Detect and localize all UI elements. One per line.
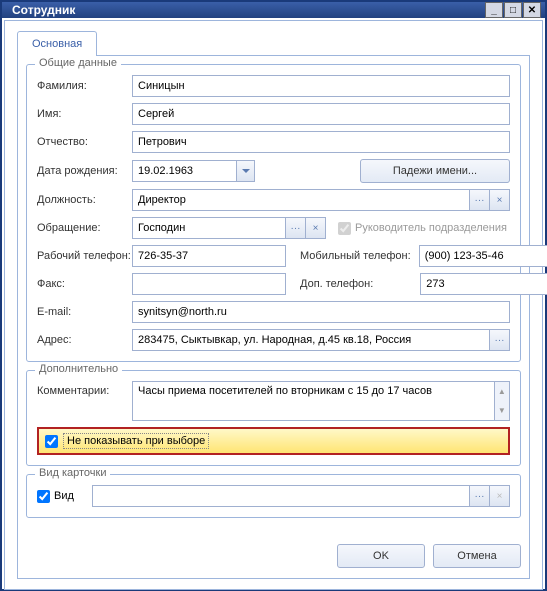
label-email: E-mail: [37,306,132,318]
employee-dialog: Сотрудник _ □ ✕ Основная Общие данные Фа… [0,0,547,591]
checkbox-view[interactable] [37,490,50,503]
input-addphone[interactable] [420,273,547,295]
dots-icon: ··· [495,335,505,346]
input-position[interactable] [132,189,470,211]
group-card-title: Вид карточки [35,467,110,479]
label-addphone: Доп. телефон: [300,278,373,290]
button-name-cases[interactable]: Падежи имени... [360,159,510,183]
group-general-title: Общие данные [35,57,121,69]
input-firstname[interactable] [132,103,510,125]
label-salutation: Обращение: [37,222,132,234]
group-card: Вид карточки Вид ··· × [26,474,521,518]
label-position: Должность: [37,194,132,206]
label-mobile: Мобильный телефон: [300,250,411,262]
ok-button[interactable]: OK [337,544,425,568]
scroll-down-icon: ▼ [495,401,509,420]
checkbox-head-wrap: Руководитель подразделения [338,222,507,235]
input-salutation[interactable] [132,217,286,239]
tab-panel-main: Общие данные Фамилия: Имя: Отчество: Дат… [17,55,530,579]
label-lastname: Фамилия: [37,80,132,92]
label-address: Адрес: [37,334,132,346]
birthdate-dropdown-icon[interactable] [237,160,255,182]
titlebar: Сотрудник _ □ ✕ [2,2,545,18]
x-icon: × [497,195,503,206]
group-general: Общие данные Фамилия: Имя: Отчество: Дат… [26,64,521,362]
salutation-browse-button[interactable]: ··· [286,217,306,239]
input-view[interactable] [92,485,470,507]
minimize-icon: _ [491,5,497,16]
dots-icon: ··· [475,491,485,502]
input-email[interactable] [132,301,510,323]
input-birthdate[interactable] [132,160,237,182]
window-title: Сотрудник [6,3,484,17]
label-comments: Комментарии: [37,381,132,397]
position-clear-button[interactable]: × [490,189,510,211]
minimize-button[interactable]: _ [485,2,503,18]
label-head: Руководитель подразделения [355,222,507,234]
maximize-button[interactable]: □ [504,2,522,18]
textarea-comments[interactable] [132,381,495,421]
view-clear-button[interactable]: × [490,485,510,507]
input-mobile[interactable] [419,245,547,267]
window-controls: _ □ ✕ [484,2,541,18]
close-icon: ✕ [528,5,536,16]
position-browse-button[interactable]: ··· [470,189,490,211]
input-middlename[interactable] [132,131,510,153]
label-middlename: Отчество: [37,136,132,148]
dots-icon: ··· [291,223,301,234]
cancel-button[interactable]: Отмена [433,544,521,568]
input-fax[interactable] [132,273,286,295]
comments-scrollbar[interactable]: ▲ ▼ [495,381,510,421]
label-birthdate: Дата рождения: [37,165,132,177]
label-workphone: Рабочий телефон: [37,250,132,262]
group-extra-title: Дополнительно [35,363,122,375]
group-extra: Дополнительно Комментарии: ▲ ▼ Не показы… [26,370,521,466]
label-firstname: Имя: [37,108,132,120]
label-hide[interactable]: Не показывать при выборе [63,433,209,449]
input-lastname[interactable] [132,75,510,97]
dots-icon: ··· [475,195,485,206]
view-browse-button[interactable]: ··· [470,485,490,507]
label-view: Вид [54,490,74,502]
dialog-footer: OK Отмена [26,534,521,570]
scroll-up-icon: ▲ [495,382,509,401]
x-icon: × [497,491,503,502]
highlight-hide-on-select: Не показывать при выборе [37,427,510,455]
input-address[interactable] [132,329,490,351]
close-button[interactable]: ✕ [523,2,541,18]
checkbox-hide[interactable] [45,435,58,448]
address-browse-button[interactable]: ··· [490,329,510,351]
maximize-icon: □ [510,5,516,16]
x-icon: × [313,223,319,234]
input-workphone[interactable] [132,245,286,267]
checkbox-head [338,222,351,235]
window-body: Основная Общие данные Фамилия: Имя: Отче… [4,20,543,590]
tab-strip: Основная [17,31,530,56]
salutation-clear-button[interactable]: × [306,217,326,239]
tab-main[interactable]: Основная [17,31,97,56]
label-fax: Факс: [37,278,132,290]
